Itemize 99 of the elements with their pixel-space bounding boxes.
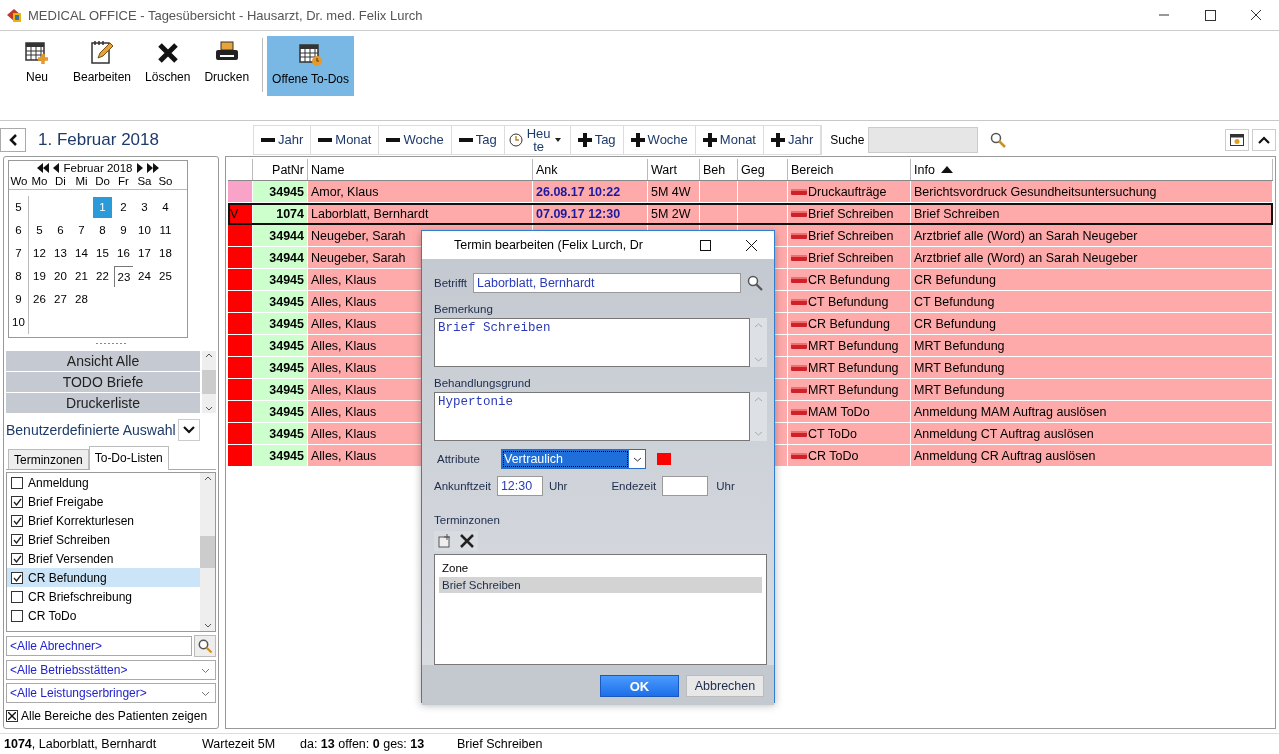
list-item-label: Brief Versenden — [28, 551, 114, 566]
table-cell-text: Druckaufträge — [808, 183, 887, 201]
table-cell: Brief Schreiben — [911, 203, 1273, 224]
table-cell: 34945 — [253, 445, 308, 466]
weekday-label: So — [157, 175, 174, 187]
unit-label: Uhr — [716, 480, 735, 492]
table-cell: Arztbrief alle (Word) an Sarah Neugeber — [911, 247, 1273, 268]
table-cell-text: MRT Befundung — [808, 337, 899, 355]
field-label: Betrifft — [434, 277, 468, 289]
status-wait: Wartezeit 5M — [202, 737, 277, 751]
status-area: Brief Schreiben — [457, 737, 543, 751]
table-cell: MRT Befundung — [911, 335, 1273, 356]
table-cell-text: MAM ToDo — [808, 403, 870, 421]
status-patient: 1074, Laborblatt, Bernhardt — [4, 737, 158, 751]
table-cell-text: CT ToDo — [808, 425, 857, 443]
table-cell-text: CT Befundung — [808, 293, 889, 311]
column-label: Wart — [651, 162, 677, 177]
table-cell-text: Brief Schreiben — [808, 227, 894, 245]
table-cell-text: CR Befundung — [808, 315, 890, 333]
table-cell: Berichtsvordruck Gesundheitsuntersuchung — [911, 181, 1273, 202]
column-label: PatNr — [272, 162, 304, 177]
window-title: MEDICAL OFFICE - Tagesübersicht - Hausarzt, Dr. med. Felix Lurch — [28, 7, 424, 23]
table-cell: 1074 — [253, 203, 308, 224]
table-cell: Anmeldung CR Auftrag auslösen — [911, 445, 1273, 466]
list-item-label: Brief Schreiben — [28, 532, 111, 547]
table-cell: 34945 — [253, 313, 308, 334]
column-label: Geg — [741, 162, 765, 177]
table-cell: 26.08.17 10:22 — [533, 181, 648, 202]
list-item-label: Anmeldung — [28, 475, 89, 490]
table-cell-text: MRT Befundung — [808, 359, 899, 377]
week-number: 5 — [9, 196, 29, 219]
list-item-label: CR Briefschreibung — [28, 589, 133, 604]
table-cell-text: MRT Befundung — [808, 381, 899, 399]
table-cell: CT Befundung — [911, 291, 1273, 312]
date-title: 1. Februar 2018 — [38, 129, 160, 150]
table-cell: 34945 — [253, 291, 308, 312]
table-cell-text: Brief Schreiben — [808, 249, 894, 267]
table-cell: 34944 — [253, 247, 308, 268]
week-number: 9 — [9, 288, 29, 311]
table-cell: Anmeldung CT Auftrag auslösen — [911, 423, 1273, 444]
dropdown-value: Vertraulich — [502, 450, 629, 468]
weekday-label: Di — [54, 175, 67, 187]
list-item-label: Brief Freigabe — [28, 494, 104, 509]
checkbox-label: Alle Bereiche des Patienten zeigen — [21, 709, 208, 723]
week-number: 7 — [9, 242, 29, 265]
table-cell: Amor, Klaus — [308, 181, 533, 202]
table-cell: 34945 — [253, 423, 308, 444]
table-cell: Anmeldung MAM Auftrag auslösen — [911, 401, 1273, 422]
week-header: Wo — [9, 175, 29, 187]
table-cell: Arztbrief alle (Word) an Sarah Neugeber — [911, 225, 1273, 246]
dropdown-value: <Alle Leistungserbringer> — [10, 685, 147, 702]
table-cell: 34945 — [253, 335, 308, 356]
field-label: Terminzonen — [434, 514, 501, 526]
status-color-cell: V — [228, 203, 253, 224]
field-label: Bemerkung — [434, 303, 494, 315]
table-cell: 5M 4W — [648, 181, 700, 202]
list-item-label: CR ToDo — [28, 608, 77, 623]
weekday-label: Do — [94, 175, 111, 187]
column-label: Name — [311, 162, 345, 177]
column-label: Bereich — [791, 162, 834, 177]
table-cell: 34944 — [253, 225, 308, 246]
status-counts: da: 13 offen: 0 ges: 13 — [300, 737, 426, 751]
weekday-label: Mo — [30, 175, 49, 187]
column-label: Beh — [703, 162, 726, 177]
dropdown-value: <Alle Betriebsstätten> — [10, 662, 128, 679]
table-cell: 34945 — [253, 401, 308, 422]
weekday-label: Mi — [74, 175, 89, 187]
list-item-label: CR Befundung — [28, 570, 107, 585]
table-cell: 34945 — [253, 379, 308, 400]
table-cell-text: Brief Schreiben — [808, 205, 894, 223]
table-cell: MRT Befundung — [911, 357, 1273, 378]
field-label: Attribute — [436, 453, 481, 465]
table-cell-text: CR ToDo — [808, 447, 859, 465]
view-select-label: Benutzerdefinierte Auswahl — [6, 422, 176, 438]
zone-header: Zone — [441, 561, 470, 576]
table-cell: 07.09.17 12:30 — [533, 203, 648, 224]
table-cell: 34945 — [253, 269, 308, 290]
table-cell: 34945 — [253, 181, 308, 202]
table-cell-text: CR Befundung — [808, 271, 890, 289]
table-cell: Laborblatt, Bernhardt — [308, 203, 533, 224]
list-item-label: Brief Korrekturlesen — [28, 513, 135, 528]
column-label: Ank — [536, 162, 558, 177]
weekday-label: Fr — [117, 175, 130, 187]
field-label: Behandlungsgrund — [434, 377, 532, 389]
week-number: 10 — [9, 311, 29, 334]
field-label: Ankunftzeit — [434, 480, 491, 492]
weekday-label: Sa — [136, 175, 153, 187]
table-cell: MRT Befundung — [911, 379, 1273, 400]
table-cell: CR Befundung — [911, 313, 1273, 334]
calendar-month: Februar 2018 — [63, 162, 133, 174]
search-label: Suche — [830, 132, 865, 147]
field-label: Endezeit — [611, 480, 657, 492]
table-cell: 34945 — [253, 357, 308, 378]
unit-label: Uhr — [548, 480, 568, 492]
week-number: 8 — [9, 265, 29, 288]
week-number: 6 — [9, 219, 29, 242]
column-label: Info — [914, 162, 935, 177]
table-cell: CR Befundung — [911, 269, 1273, 290]
table-cell: 5M 2W — [648, 203, 700, 224]
